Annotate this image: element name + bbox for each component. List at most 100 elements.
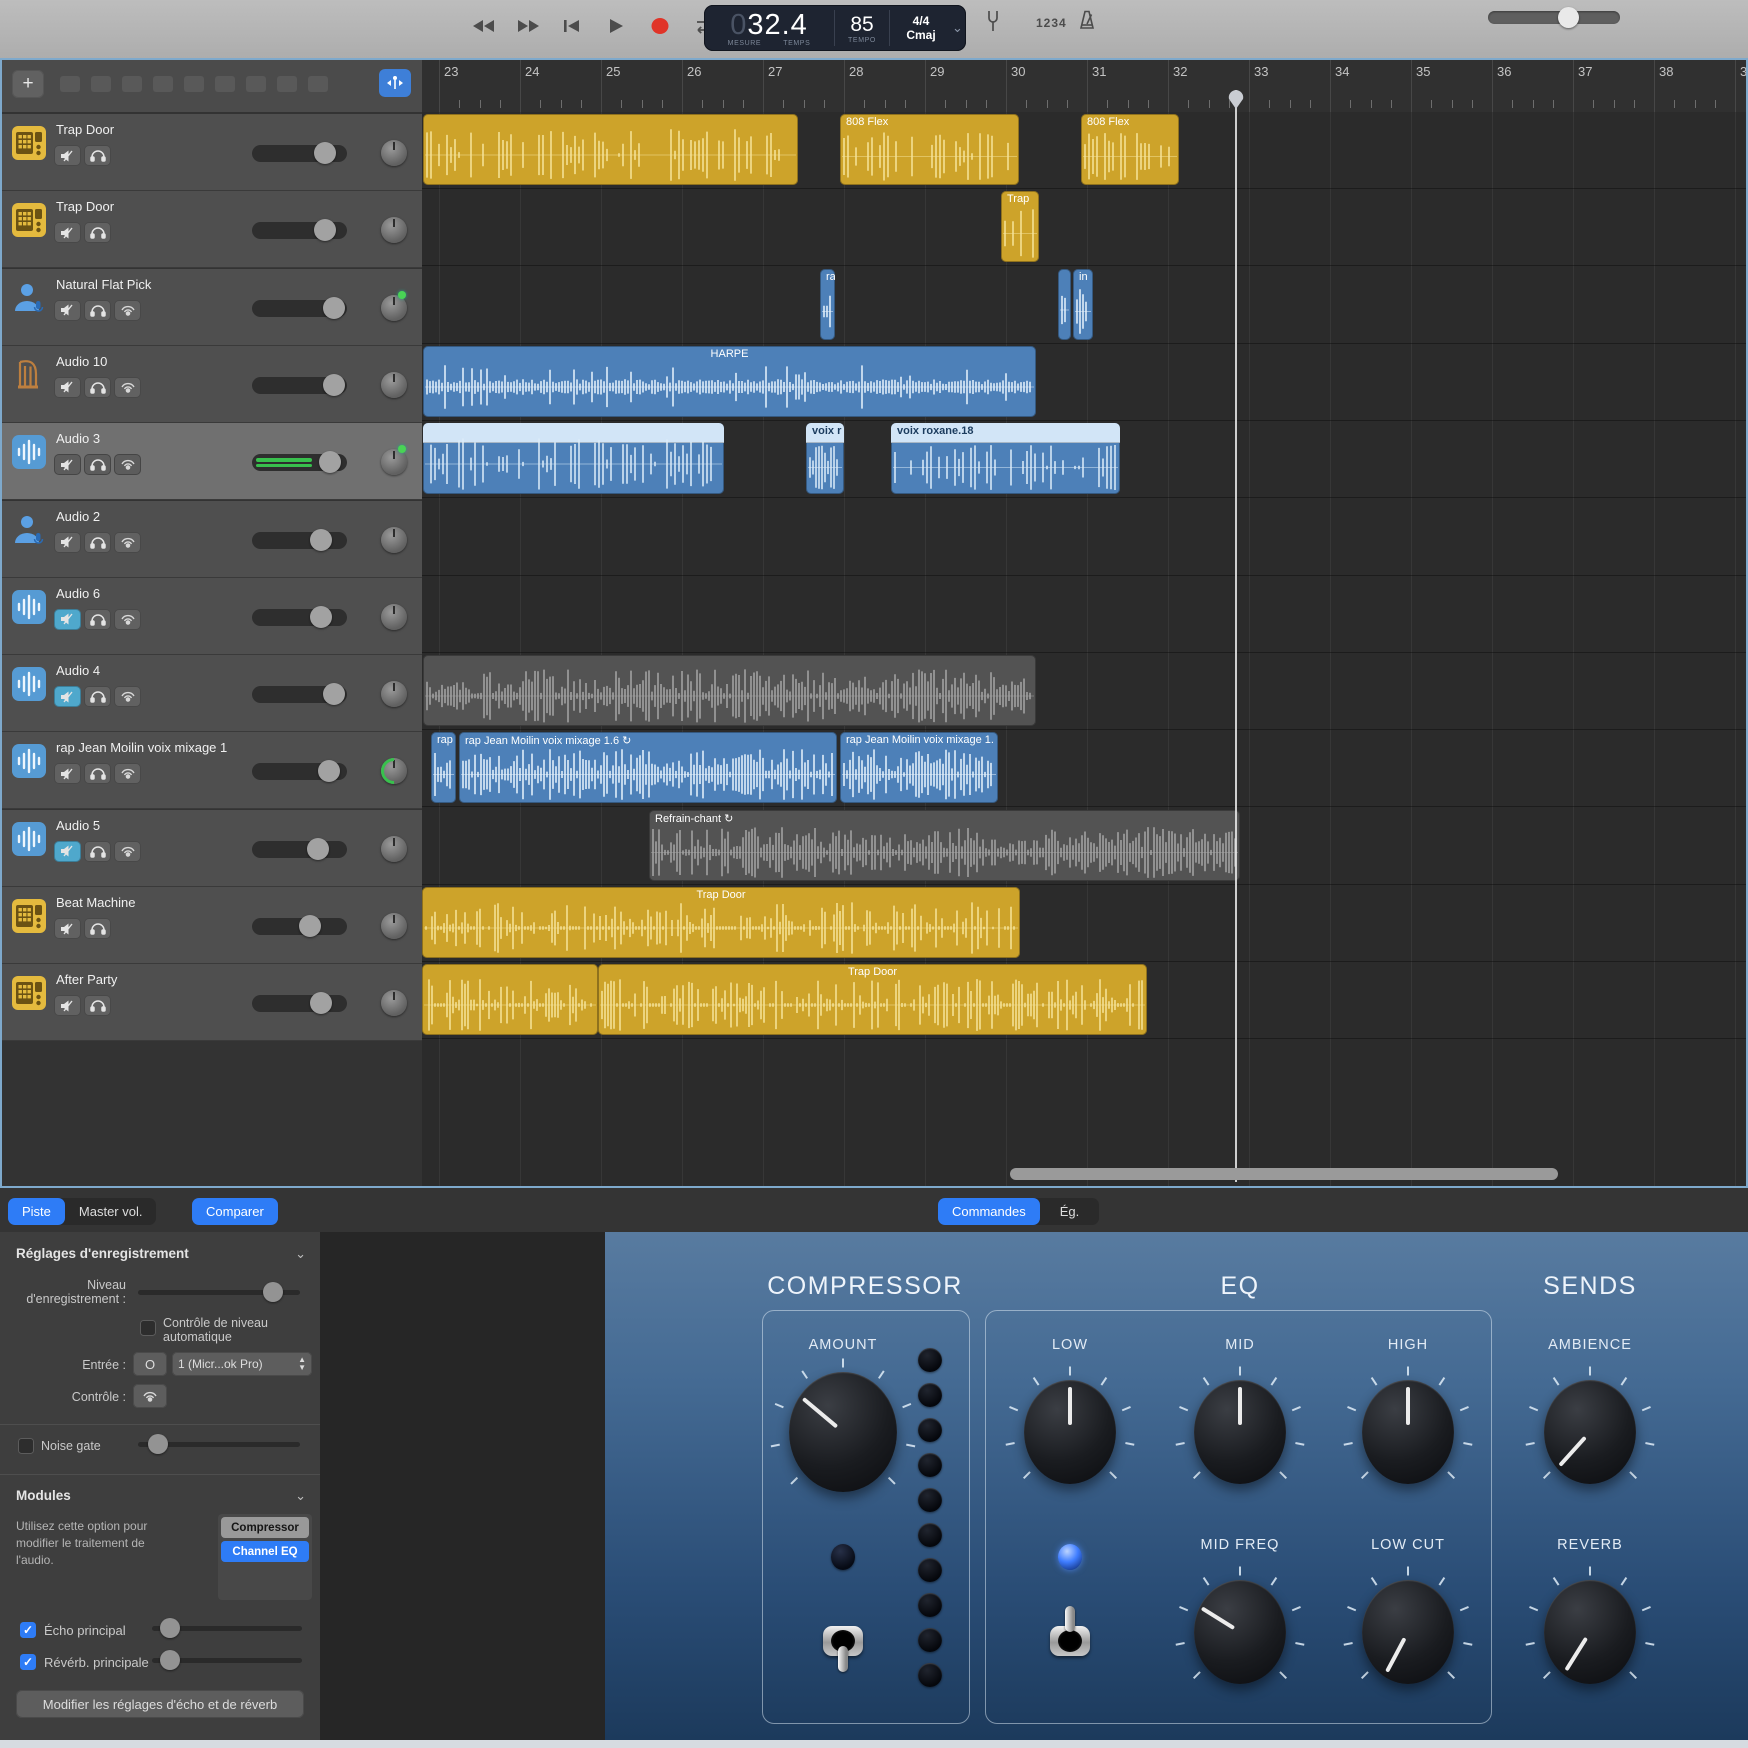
pan-knob[interactable]: [381, 217, 407, 243]
track-header[interactable]: Audio 3: [2, 423, 422, 500]
fast-forward-button[interactable]: [514, 13, 542, 39]
horizontal-scrollbar[interactable]: [1010, 1168, 1558, 1180]
input-button[interactable]: [114, 377, 141, 398]
pan-knob[interactable]: [381, 990, 407, 1016]
module-compressor[interactable]: Compressor: [221, 1517, 309, 1538]
modules-header[interactable]: Modules: [16, 1488, 71, 1503]
mute-button[interactable]: [54, 841, 81, 862]
volume-handle[interactable]: [323, 374, 345, 396]
volume-handle[interactable]: [323, 683, 345, 705]
tab-eg[interactable]: Ég.: [1040, 1198, 1100, 1225]
tab-piste[interactable]: Piste: [8, 1198, 65, 1225]
solo-button[interactable]: [84, 377, 111, 398]
audio-region[interactable]: rap Jean Moilin voix mixage 1.6 ↻: [459, 732, 837, 803]
audio-region[interactable]: HARPE: [423, 346, 1036, 417]
input-button[interactable]: [114, 686, 141, 707]
reverb-knob[interactable]: [1544, 1580, 1636, 1684]
audio-region[interactable]: rap Jean Moilin voix mixage 1.: [840, 732, 998, 803]
solo-button[interactable]: [84, 995, 111, 1016]
lcd-display[interactable]: 032.4 MESURETEMPS 85 TEMPO 4/4 Cmaj ⌄: [704, 5, 966, 51]
mute-button[interactable]: [54, 222, 81, 243]
track-lane[interactable]: rain: [422, 267, 1746, 344]
track-lane[interactable]: HARPE: [422, 344, 1746, 421]
eq-power-toggle[interactable]: [1041, 1608, 1099, 1672]
track-volume-slider[interactable]: [252, 686, 347, 703]
pan-knob[interactable]: [381, 604, 407, 630]
volume-handle[interactable]: [307, 838, 329, 860]
track-volume-slider[interactable]: [252, 841, 347, 858]
audio-region[interactable]: [1058, 269, 1071, 340]
track-lane[interactable]: Trap: [422, 189, 1746, 266]
mute-button[interactable]: [54, 763, 81, 784]
track-header[interactable]: rap Jean Moilin voix mixage 1: [2, 732, 422, 809]
chevron-down-icon[interactable]: ⌄: [952, 5, 966, 51]
input-button[interactable]: [114, 763, 141, 784]
volume-handle[interactable]: [299, 915, 321, 937]
chevron-down-icon[interactable]: ⌄: [295, 1246, 306, 1262]
track-header[interactable]: Audio 5: [2, 810, 422, 887]
audio-region[interactable]: [422, 964, 598, 1035]
low-knob[interactable]: [1024, 1380, 1116, 1484]
noise-gate-slider[interactable]: [138, 1434, 300, 1454]
master-echo-checkbox[interactable]: ✓: [20, 1622, 36, 1638]
volume-handle[interactable]: [310, 606, 332, 628]
audio-region[interactable]: voix r: [806, 423, 844, 494]
audio-region[interactable]: rap: [431, 732, 456, 803]
mid-knob[interactable]: [1194, 1380, 1286, 1484]
ambience-knob[interactable]: [1544, 1380, 1636, 1484]
audio-region[interactable]: Refrain-chant ↻: [649, 810, 1240, 881]
compressor-power-toggle[interactable]: [814, 1608, 872, 1672]
track-lane[interactable]: Refrain-chant ↻: [422, 808, 1746, 885]
timeline-lanes[interactable]: 808 Flex808 FlexTraprainHARPE voix r voix …: [422, 112, 1746, 1186]
track-lane[interactable]: [422, 499, 1746, 576]
input-button[interactable]: [114, 300, 141, 321]
track-header[interactable]: Audio 10: [2, 346, 422, 423]
volume-handle[interactable]: [318, 760, 340, 782]
track-header[interactable]: After Party: [2, 964, 422, 1041]
solo-button[interactable]: [84, 686, 111, 707]
low-cut-knob[interactable]: [1362, 1580, 1454, 1684]
track-volume-slider[interactable]: [252, 377, 347, 394]
mid-freq-knob[interactable]: [1194, 1580, 1286, 1684]
input-button[interactable]: [114, 532, 141, 553]
input-button[interactable]: [114, 609, 141, 630]
edit-echo-reverb-button[interactable]: Modifier les réglages d'écho et de réver…: [16, 1690, 304, 1718]
chevron-down-icon[interactable]: ⌄: [295, 1488, 306, 1504]
mute-button[interactable]: [54, 145, 81, 166]
track-volume-slider[interactable]: [252, 995, 347, 1012]
count-in-icon[interactable]: 1234: [1036, 16, 1067, 30]
master-reverb-checkbox[interactable]: ✓: [20, 1654, 36, 1670]
tab-master-vol[interactable]: Master vol.: [65, 1198, 157, 1225]
rewind-button[interactable]: [470, 13, 498, 39]
track-lane[interactable]: Trap Door: [422, 885, 1746, 962]
track-header[interactable]: Trap Door: [2, 114, 422, 191]
input-source-dropdown[interactable]: 1 (Micr...ok Pro)▲▼: [172, 1352, 312, 1376]
track-lane[interactable]: 808 Flex808 Flex: [422, 112, 1746, 189]
pan-knob[interactable]: [381, 372, 407, 398]
track-lane[interactable]: [422, 576, 1746, 653]
track-lane[interactable]: raprap Jean Moilin voix mixage 1.6 ↻rap …: [422, 730, 1746, 807]
solo-button[interactable]: [84, 145, 111, 166]
solo-button[interactable]: [84, 918, 111, 939]
mute-button[interactable]: [54, 609, 81, 630]
track-header[interactable]: Trap Door: [2, 191, 422, 268]
input-button[interactable]: [114, 454, 141, 475]
solo-button[interactable]: [84, 454, 111, 475]
audio-region[interactable]: [423, 423, 724, 494]
recording-settings-header[interactable]: Réglages d'enregistrement: [16, 1246, 189, 1261]
track-volume-slider[interactable]: [252, 763, 347, 780]
track-volume-slider[interactable]: [252, 532, 347, 549]
volume-handle[interactable]: [310, 529, 332, 551]
track-volume-slider[interactable]: [252, 222, 347, 239]
audio-region[interactable]: voix roxane.18: [891, 423, 1120, 494]
pan-knob[interactable]: [381, 140, 407, 166]
solo-button[interactable]: [84, 763, 111, 784]
track-header[interactable]: Audio 6: [2, 578, 422, 655]
pan-knob[interactable]: [381, 449, 407, 475]
track-lane[interactable]: [422, 653, 1746, 730]
solo-button[interactable]: [84, 300, 111, 321]
module-channel-eq[interactable]: Channel EQ: [221, 1541, 309, 1562]
audio-region[interactable]: [423, 114, 798, 185]
mute-button[interactable]: [54, 918, 81, 939]
playhead-marker[interactable]: [1228, 88, 1244, 115]
